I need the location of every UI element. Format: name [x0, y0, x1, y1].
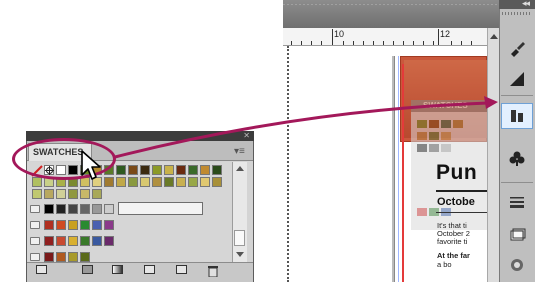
drag-arrow	[114, 96, 498, 159]
mouse-cursor-icon	[81, 150, 101, 180]
screenshot-stage: 10 12 SWATCHES Pun Octobe It's that ti O…	[0, 0, 535, 282]
